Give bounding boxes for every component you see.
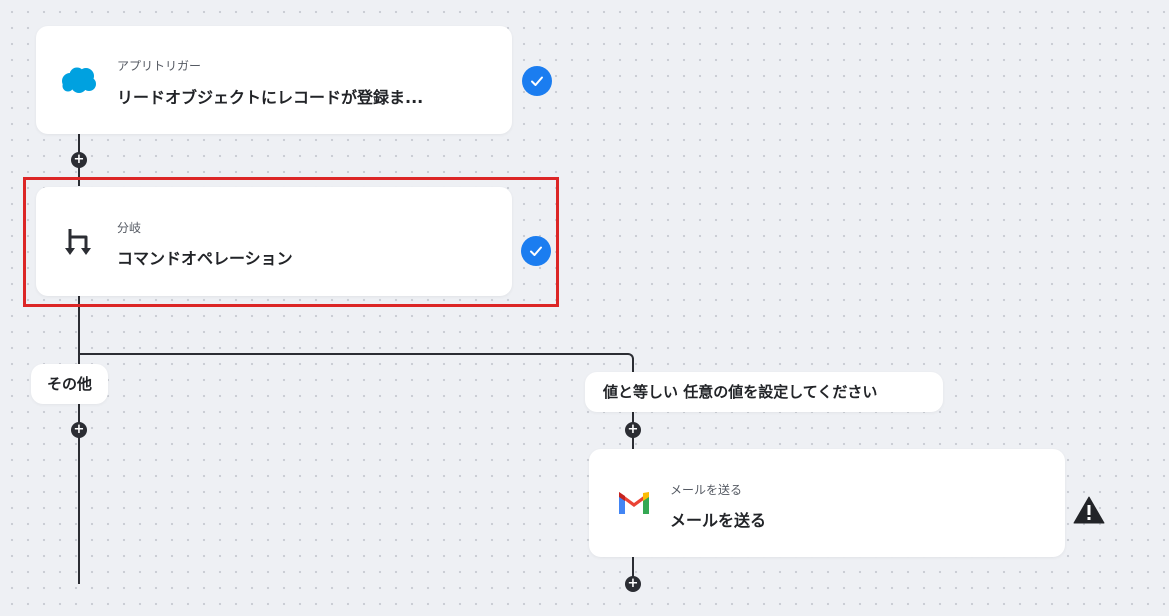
step-type-label: メールを送る [670, 483, 743, 497]
add-step-button[interactable]: + [71, 152, 87, 168]
branch-connector-horizontal [78, 353, 628, 355]
gmail-icon [615, 484, 653, 522]
add-step-button[interactable]: + [625, 422, 641, 438]
step-title: リードオブジェクトにレコードが登録ま... [117, 88, 424, 107]
branch-connector-corner [626, 353, 634, 361]
branch-label-condition[interactable]: 値と等しい 任意の値を設定してください [585, 372, 943, 412]
branch-label-other[interactable]: その他 [31, 364, 109, 404]
salesforce-cloud-icon [60, 61, 98, 99]
selection-highlight [23, 177, 559, 307]
check-complete-icon [522, 66, 552, 96]
connector-line [78, 296, 80, 584]
step-type-label: アプリトリガー [117, 59, 202, 73]
add-step-button[interactable]: + [625, 576, 641, 592]
trigger-step-card[interactable]: アプリトリガー リードオブジェクトにレコードが登録ま... [36, 26, 512, 134]
add-step-button[interactable]: + [71, 422, 87, 438]
warning-icon [1073, 496, 1105, 524]
workflow-canvas[interactable]: + + + + アプリトリガー リードオブジェクトにレコードが登録ま... 分岐… [0, 0, 1169, 616]
step-title: メールを送る [670, 511, 767, 530]
send-mail-step-card[interactable]: メールを送る メールを送る [589, 449, 1065, 557]
